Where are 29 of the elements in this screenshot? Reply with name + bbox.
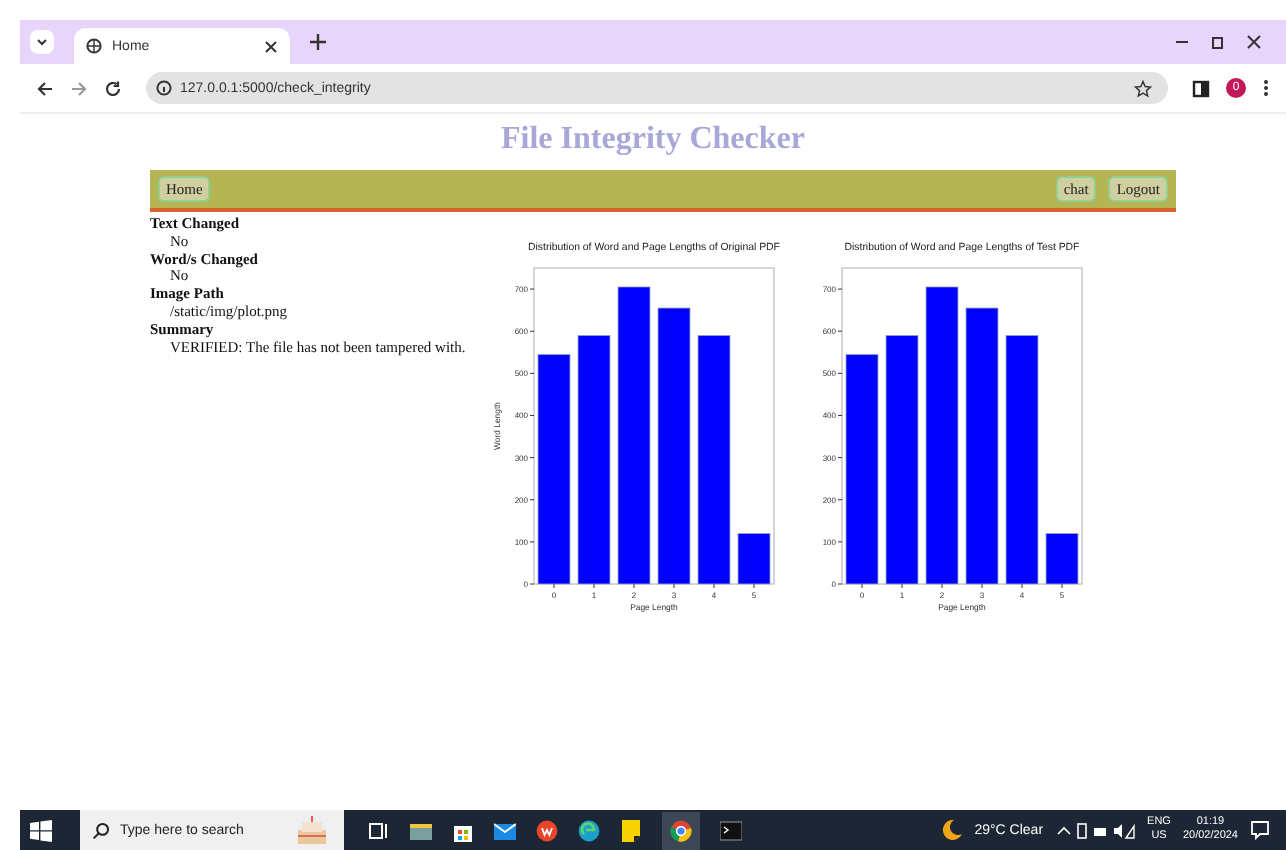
forward-icon[interactable] [70,79,88,97]
new-tab-icon[interactable] [310,34,326,50]
close-icon[interactable] [1246,34,1262,50]
cake-icon [292,814,332,846]
page-title: File Integrity Checker [499,122,807,158]
back-icon[interactable] [36,79,54,97]
windows-start-icon[interactable] [30,819,52,841]
close-icon[interactable] [264,39,278,53]
reload-icon[interactable] [104,79,122,97]
search-icon [92,821,110,839]
system-tray-icons[interactable] [1055,821,1136,839]
notification-icon[interactable] [1250,820,1270,840]
restore-icon[interactable] [1210,34,1226,50]
task-view-icon[interactable] [368,819,390,841]
bar [737,533,771,585]
mail-icon[interactable] [494,819,516,841]
sticky-notes-icon[interactable] [620,819,642,841]
globe-icon [86,38,102,54]
folder-icon[interactable] [410,819,432,841]
star-icon[interactable] [1134,79,1152,97]
tab-list-button[interactable] [30,30,54,54]
moon-icon [942,820,963,840]
bar [1045,533,1079,585]
chrome-icon[interactable] [670,819,692,841]
info-icon[interactable] [156,80,172,96]
terminal-icon[interactable] [720,819,742,841]
side-panel-icon[interactable] [1192,79,1210,97]
edge-browser-icon[interactable] [578,819,600,841]
menu-icon[interactable] [1262,78,1270,98]
